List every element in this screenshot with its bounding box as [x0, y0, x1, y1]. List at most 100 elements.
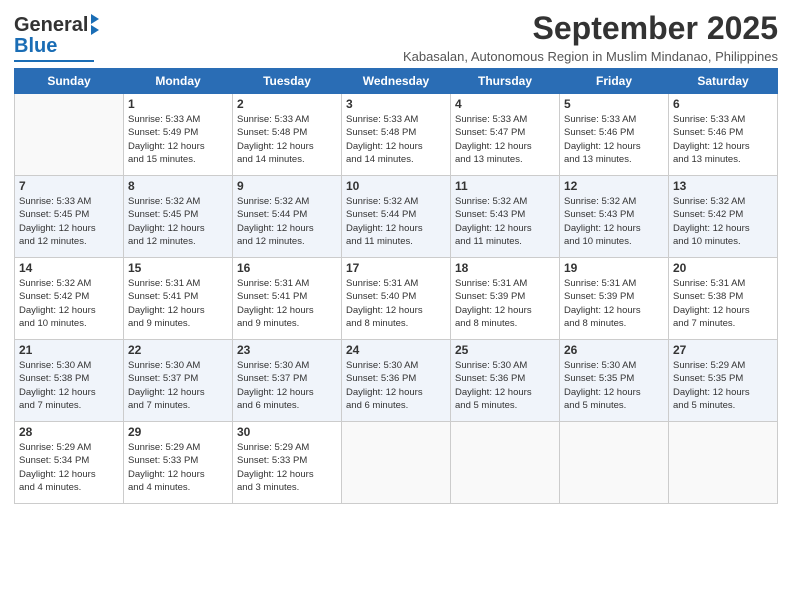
calendar-cell: [15, 94, 124, 176]
logo-text-general: General: [14, 14, 88, 37]
day-info: Sunrise: 5:33 AM Sunset: 5:48 PM Dayligh…: [346, 113, 446, 166]
calendar-cell: 10Sunrise: 5:32 AM Sunset: 5:44 PM Dayli…: [342, 176, 451, 258]
header-thursday: Thursday: [451, 69, 560, 94]
page-header: General Blue September 2025 Kabasalan, A…: [14, 10, 778, 64]
day-info: Sunrise: 5:29 AM Sunset: 5:33 PM Dayligh…: [128, 441, 228, 494]
calendar-cell: 15 Sunrise: 5:31 AM Sunset: 5:41 PM Dayli…: [124, 258, 233, 340]
calendar-cell: 30Sunrise: 5:29 AM Sunset: 5:33 PM Dayli…: [233, 422, 342, 504]
calendar-cell: 11 Sunrise: 5:32 AM Sunset: 5:43 PM Dayli…: [451, 176, 560, 258]
header-friday: Friday: [560, 69, 669, 94]
day-number: 5: [564, 97, 664, 111]
day-number: 9: [237, 179, 337, 193]
day-info: Sunrise: 5:31 AM Sunset: 5:40 PM Dayligh…: [346, 277, 446, 330]
header-saturday: Saturday: [669, 69, 778, 94]
day-number: 7: [19, 179, 119, 193]
day-number: 3: [346, 97, 446, 111]
day-number: 17: [346, 261, 446, 275]
title-section: September 2025 Kabasalan, Autonomous Reg…: [403, 10, 778, 64]
day-info: Sunrise: 5:33 AM Sunset: 5:48 PM Dayligh…: [237, 113, 337, 166]
month-title: September 2025: [403, 10, 778, 47]
day-info: Sunrise: 5:32 AM Sunset: 5:45 PM Dayligh…: [128, 195, 228, 248]
day-info: Sunrise: 5:32 AM Sunset: 5:43 PM Dayligh…: [455, 195, 555, 248]
calendar-cell: 8 Sunrise: 5:32 AM Sunset: 5:45 PM Daylig…: [124, 176, 233, 258]
calendar-cell: 13 Sunrise: 5:32 AM Sunset: 5:42 PM Dayli…: [669, 176, 778, 258]
calendar-cell: 24Sunrise: 5:30 AM Sunset: 5:36 PM Dayli…: [342, 340, 451, 422]
day-number: 16: [237, 261, 337, 275]
day-number: 10: [346, 179, 446, 193]
day-info: Sunrise: 5:31 AM Sunset: 5:38 PM Dayligh…: [673, 277, 773, 330]
day-number: 26: [564, 343, 664, 357]
day-number: 15: [128, 261, 228, 275]
calendar-cell: [451, 422, 560, 504]
day-info: Sunrise: 5:33 AM Sunset: 5:46 PM Dayligh…: [673, 113, 773, 166]
calendar-cell: 5 Sunrise: 5:33 AM Sunset: 5:46 PM Daylig…: [560, 94, 669, 176]
header-tuesday: Tuesday: [233, 69, 342, 94]
day-info: Sunrise: 5:33 AM Sunset: 5:45 PM Dayligh…: [19, 195, 119, 248]
calendar-cell: 23Sunrise: 5:30 AM Sunset: 5:37 PM Dayli…: [233, 340, 342, 422]
day-number: 18: [455, 261, 555, 275]
day-number: 6: [673, 97, 773, 111]
day-info: Sunrise: 5:32 AM Sunset: 5:42 PM Dayligh…: [673, 195, 773, 248]
calendar-cell: 12Sunrise: 5:32 AM Sunset: 5:43 PM Dayli…: [560, 176, 669, 258]
week-row-1: 1 Sunrise: 5:33 AM Sunset: 5:49 PM Daylig…: [15, 94, 778, 176]
week-row-5: 28 Sunrise: 5:29 AM Sunset: 5:34 PM Dayli…: [15, 422, 778, 504]
day-number: 11: [455, 179, 555, 193]
day-number: 23: [237, 343, 337, 357]
week-row-4: 21 Sunrise: 5:30 AM Sunset: 5:38 PM Dayli…: [15, 340, 778, 422]
calendar-cell: 2 Sunrise: 5:33 AM Sunset: 5:48 PM Daylig…: [233, 94, 342, 176]
day-info: Sunrise: 5:30 AM Sunset: 5:37 PM Dayligh…: [128, 359, 228, 412]
calendar-cell: 1 Sunrise: 5:33 AM Sunset: 5:49 PM Daylig…: [124, 94, 233, 176]
calendar-cell: 17 Sunrise: 5:31 AM Sunset: 5:40 PM Dayli…: [342, 258, 451, 340]
calendar-cell: 28 Sunrise: 5:29 AM Sunset: 5:34 PM Dayli…: [15, 422, 124, 504]
header-row: Sunday Monday Tuesday Wednesday Thursday…: [15, 69, 778, 94]
day-number: 12: [564, 179, 664, 193]
calendar-cell: 16 Sunrise: 5:31 AM Sunset: 5:41 PM Dayli…: [233, 258, 342, 340]
day-number: 25: [455, 343, 555, 357]
calendar-cell: 4 Sunrise: 5:33 AM Sunset: 5:47 PM Daylig…: [451, 94, 560, 176]
location-subtitle: Kabasalan, Autonomous Region in Muslim M…: [403, 49, 778, 64]
header-sunday: Sunday: [15, 69, 124, 94]
day-number: 8: [128, 179, 228, 193]
day-info: Sunrise: 5:30 AM Sunset: 5:36 PM Dayligh…: [455, 359, 555, 412]
day-number: 1: [128, 97, 228, 111]
day-number: 29: [128, 425, 228, 439]
calendar-cell: 25 Sunrise: 5:30 AM Sunset: 5:36 PM Dayli…: [451, 340, 560, 422]
day-number: 13: [673, 179, 773, 193]
calendar-cell: 18 Sunrise: 5:31 AM Sunset: 5:39 PM Dayli…: [451, 258, 560, 340]
logo-text-blue: Blue: [14, 35, 57, 58]
calendar-cell: 21 Sunrise: 5:30 AM Sunset: 5:38 PM Dayli…: [15, 340, 124, 422]
header-wednesday: Wednesday: [342, 69, 451, 94]
day-info: Sunrise: 5:30 AM Sunset: 5:36 PM Dayligh…: [346, 359, 446, 412]
calendar-cell: [342, 422, 451, 504]
day-info: Sunrise: 5:31 AM Sunset: 5:41 PM Dayligh…: [237, 277, 337, 330]
day-info: Sunrise: 5:33 AM Sunset: 5:49 PM Dayligh…: [128, 113, 228, 166]
day-info: Sunrise: 5:31 AM Sunset: 5:39 PM Dayligh…: [564, 277, 664, 330]
calendar-cell: 20 Sunrise: 5:31 AM Sunset: 5:38 PM Dayli…: [669, 258, 778, 340]
logo: General Blue: [14, 14, 99, 62]
week-row-3: 14Sunrise: 5:32 AM Sunset: 5:42 PM Dayli…: [15, 258, 778, 340]
day-number: 27: [673, 343, 773, 357]
day-info: Sunrise: 5:29 AM Sunset: 5:33 PM Dayligh…: [237, 441, 337, 494]
day-number: 28: [19, 425, 119, 439]
day-info: Sunrise: 5:29 AM Sunset: 5:35 PM Dayligh…: [673, 359, 773, 412]
header-monday: Monday: [124, 69, 233, 94]
calendar-cell: 22Sunrise: 5:30 AM Sunset: 5:37 PM Dayli…: [124, 340, 233, 422]
day-info: Sunrise: 5:29 AM Sunset: 5:34 PM Dayligh…: [19, 441, 119, 494]
day-number: 2: [237, 97, 337, 111]
week-row-2: 7 Sunrise: 5:33 AM Sunset: 5:45 PM Daylig…: [15, 176, 778, 258]
calendar-cell: [669, 422, 778, 504]
day-info: Sunrise: 5:32 AM Sunset: 5:44 PM Dayligh…: [237, 195, 337, 248]
day-info: Sunrise: 5:33 AM Sunset: 5:47 PM Dayligh…: [455, 113, 555, 166]
calendar-cell: 29 Sunrise: 5:29 AM Sunset: 5:33 PM Dayli…: [124, 422, 233, 504]
day-number: 4: [455, 97, 555, 111]
day-info: Sunrise: 5:31 AM Sunset: 5:39 PM Dayligh…: [455, 277, 555, 330]
day-number: 21: [19, 343, 119, 357]
day-number: 20: [673, 261, 773, 275]
day-info: Sunrise: 5:31 AM Sunset: 5:41 PM Dayligh…: [128, 277, 228, 330]
calendar-cell: 6 Sunrise: 5:33 AM Sunset: 5:46 PM Daylig…: [669, 94, 778, 176]
calendar-cell: 27 Sunrise: 5:29 AM Sunset: 5:35 PM Dayli…: [669, 340, 778, 422]
calendar-table: Sunday Monday Tuesday Wednesday Thursday…: [14, 68, 778, 504]
day-info: Sunrise: 5:30 AM Sunset: 5:38 PM Dayligh…: [19, 359, 119, 412]
calendar-cell: 7 Sunrise: 5:33 AM Sunset: 5:45 PM Daylig…: [15, 176, 124, 258]
day-info: Sunrise: 5:33 AM Sunset: 5:46 PM Dayligh…: [564, 113, 664, 166]
